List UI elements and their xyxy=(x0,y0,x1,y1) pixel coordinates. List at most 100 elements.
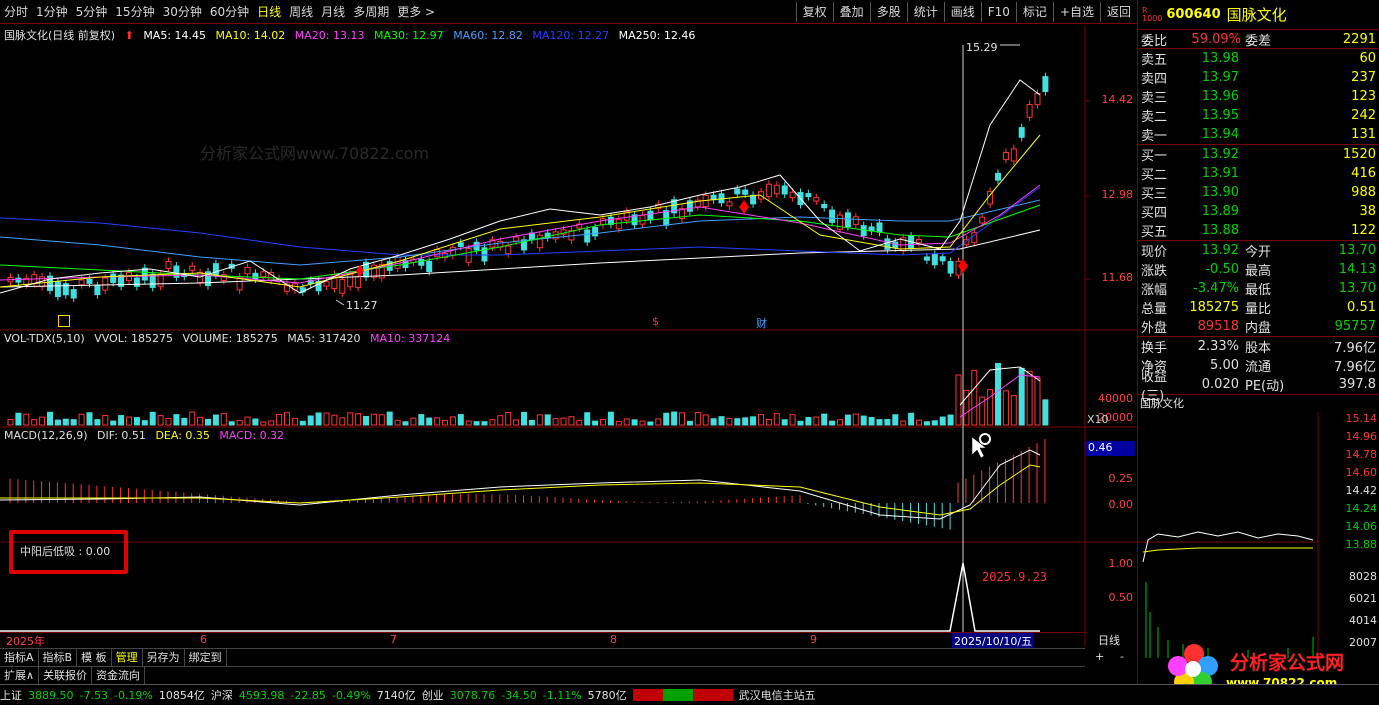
tab-manage[interactable]: 管理 xyxy=(112,648,143,666)
market-breadth-bar xyxy=(632,689,733,701)
tab-fund-flow[interactable]: 资金流向 xyxy=(92,666,146,684)
sh-index-value: 3889.50 xyxy=(28,688,74,702)
order-level-label: 卖三 xyxy=(1141,91,1168,106)
dea-line xyxy=(0,464,1041,516)
buy-order-row[interactable]: 买四 13.89 38 xyxy=(1138,202,1379,221)
price-stat-row: 现价 13.92 今开 13.70 xyxy=(1138,241,1379,260)
stat-value: 397.8 xyxy=(1338,377,1376,392)
order-volume: 416 xyxy=(1351,166,1376,181)
cy-index-label[interactable]: 创业 xyxy=(422,687,444,703)
order-volume: 122 xyxy=(1351,223,1376,238)
sell-order-row[interactable]: 卖二 13.95 242 xyxy=(1138,106,1379,125)
ma5-line xyxy=(0,79,1041,294)
stat-label: 今开 xyxy=(1245,245,1272,260)
zoom-in-icon[interactable]: + xyxy=(1095,650,1104,663)
sell-order-row[interactable]: 卖三 13.96 123 xyxy=(1138,87,1379,106)
tab-bind-to[interactable]: 绑定到 xyxy=(185,648,227,666)
order-volume: 237 xyxy=(1351,70,1376,85)
period-tab-daily[interactable]: 日线 xyxy=(253,3,285,20)
finance-marker-icon[interactable]: 财 xyxy=(756,315,767,331)
buy-order-row[interactable]: 买一 13.92 1520 xyxy=(1138,145,1379,164)
add-watchlist-button[interactable]: +自选 xyxy=(1052,2,1100,22)
tab-save-as[interactable]: 另存为 xyxy=(143,648,185,666)
chart-title: 国脉文化(日线 前复权) xyxy=(4,29,116,42)
ma-legend: 国脉文化(日线 前复权) ⬆ MA5: 14.45 MA10: 14.02 MA… xyxy=(4,27,701,43)
stat-label: 现价 xyxy=(1141,245,1168,260)
sell-order-row[interactable]: 卖一 13.94 131 xyxy=(1138,125,1379,144)
order-level-label: 买二 xyxy=(1141,168,1168,183)
period-tab-monthly[interactable]: 月线 xyxy=(317,3,349,20)
order-price: 13.92 xyxy=(1201,147,1239,162)
period-tab-multi[interactable]: 多周期 xyxy=(349,3,393,20)
period-tab-30min[interactable]: 30分钟 xyxy=(159,3,206,20)
back-button[interactable]: 返回 xyxy=(1099,2,1137,22)
tab-template[interactable]: 模 板 xyxy=(77,648,112,666)
mark-button[interactable]: 标记 xyxy=(1015,2,1053,22)
stat-label: 流通 xyxy=(1245,360,1272,375)
ma20-label: MA20: 13.13 xyxy=(294,29,365,42)
tab-indicator-b[interactable]: 指标B xyxy=(39,648,78,666)
buy-order-row[interactable]: 买三 13.90 988 xyxy=(1138,183,1379,202)
stats-button[interactable]: 统计 xyxy=(906,2,944,22)
buy-orders: 买一 13.92 1520 买二 13.91 416 买三 13.90 988 买四 13.89 38… xyxy=(1138,145,1379,241)
info-mine-icon[interactable] xyxy=(58,315,70,327)
order-price: 13.97 xyxy=(1201,70,1239,85)
order-price: 13.98 xyxy=(1201,51,1239,66)
period-tab-5min[interactable]: 5分钟 xyxy=(72,3,112,20)
weibi-row: 委比 59.09% 委差 2291 xyxy=(1138,30,1379,49)
mini-axis-label: 14.96 xyxy=(1345,430,1378,443)
order-level-label: 买三 xyxy=(1141,187,1168,202)
vol-legend: VOL-TDX(5,10) VVOL: 185275 VOLUME: 18527… xyxy=(4,332,456,345)
order-volume: 988 xyxy=(1351,185,1376,200)
period-tab-60min[interactable]: 60分钟 xyxy=(206,3,253,20)
price-axis-2: 12.98 xyxy=(1101,188,1134,201)
f10-button[interactable]: F10 xyxy=(980,2,1016,22)
overlay-button[interactable]: 叠加 xyxy=(832,2,870,22)
server-name[interactable]: 武汉电信主站五 xyxy=(739,687,816,703)
zoom-out-icon[interactable]: - xyxy=(1120,650,1124,663)
date-label-9: 9 xyxy=(810,633,817,646)
vol-ma10-value: MA10: 337124 xyxy=(370,332,451,345)
hs-index-label[interactable]: 沪深 xyxy=(211,687,233,703)
stat-value: 89518 xyxy=(1197,319,1239,334)
kline-chart-area[interactable]: 国脉文化(日线 前复权) ⬆ MA5: 14.45 MA10: 14.02 MA… xyxy=(0,25,1137,647)
dividend-marker-icon[interactable]: $ xyxy=(652,315,659,328)
arrow-up-icon: ⬆ xyxy=(124,29,134,42)
multi-stock-button[interactable]: 多股 xyxy=(869,2,907,22)
hs-index-value: 4593.98 xyxy=(238,688,285,702)
order-price: 13.88 xyxy=(1201,223,1239,238)
price-stat-row: 外盘 89518 内盘 95757 xyxy=(1138,317,1379,336)
vol-axis-scale: X10 xyxy=(1087,413,1109,426)
order-level-label: 买五 xyxy=(1141,225,1168,240)
tab-related-quote[interactable]: 关联报价 xyxy=(39,666,93,684)
order-price: 13.96 xyxy=(1201,89,1239,104)
period-tab-15min[interactable]: 15分钟 xyxy=(111,3,158,20)
period-tab-fenshi[interactable]: 分时 xyxy=(0,3,32,20)
mini-axis-label: 14.06 xyxy=(1345,520,1378,533)
fuquan-button[interactable]: 复权 xyxy=(795,2,833,22)
sell-order-row[interactable]: 卖四 13.97 237 xyxy=(1138,68,1379,87)
ma5-label: MA5: 14.45 xyxy=(143,29,207,42)
volume-value: VOLUME: 185275 xyxy=(182,332,278,345)
draw-line-button[interactable]: 画线 xyxy=(943,2,981,22)
period-tab-weekly[interactable]: 周线 xyxy=(285,3,317,20)
buy-order-row[interactable]: 买二 13.91 416 xyxy=(1138,164,1379,183)
low-price-label: 11.27 xyxy=(346,299,378,312)
period-tab-more[interactable]: 更多 > xyxy=(393,3,439,20)
buy-order-row[interactable]: 买五 13.88 122 xyxy=(1138,221,1379,240)
fundamental-stats: 换手 2.33% 股本 7.96亿 净资 5.00 流通 7.96亿 收益(三) 0.020 PE(… xyxy=(1138,337,1379,404)
stock-code: 600640 xyxy=(1166,7,1221,22)
sell-order-row[interactable]: 卖五 13.98 60 xyxy=(1138,49,1379,68)
order-level-label: 卖二 xyxy=(1141,110,1168,125)
order-price: 13.94 xyxy=(1201,127,1239,142)
stat-value: 7.96亿 xyxy=(1334,341,1376,356)
period-tab-1min[interactable]: 1分钟 xyxy=(32,3,72,20)
tab-indicator-a[interactable]: 指标A xyxy=(0,648,39,666)
stat-value: 13.70 xyxy=(1338,281,1376,296)
sh-index-pct: -0.19% xyxy=(113,688,153,702)
cy-index-pct: -1.11% xyxy=(542,688,582,702)
intraday-mini-chart[interactable]: 15.14 14.96 14.78 14.60 14.42 14.24 14.06 13.88… xyxy=(1138,412,1379,658)
sh-index-label[interactable]: 上证 xyxy=(0,687,22,703)
tab-expand[interactable]: 扩展∧ xyxy=(0,666,40,684)
cy-index-value: 3078.76 xyxy=(449,688,496,702)
